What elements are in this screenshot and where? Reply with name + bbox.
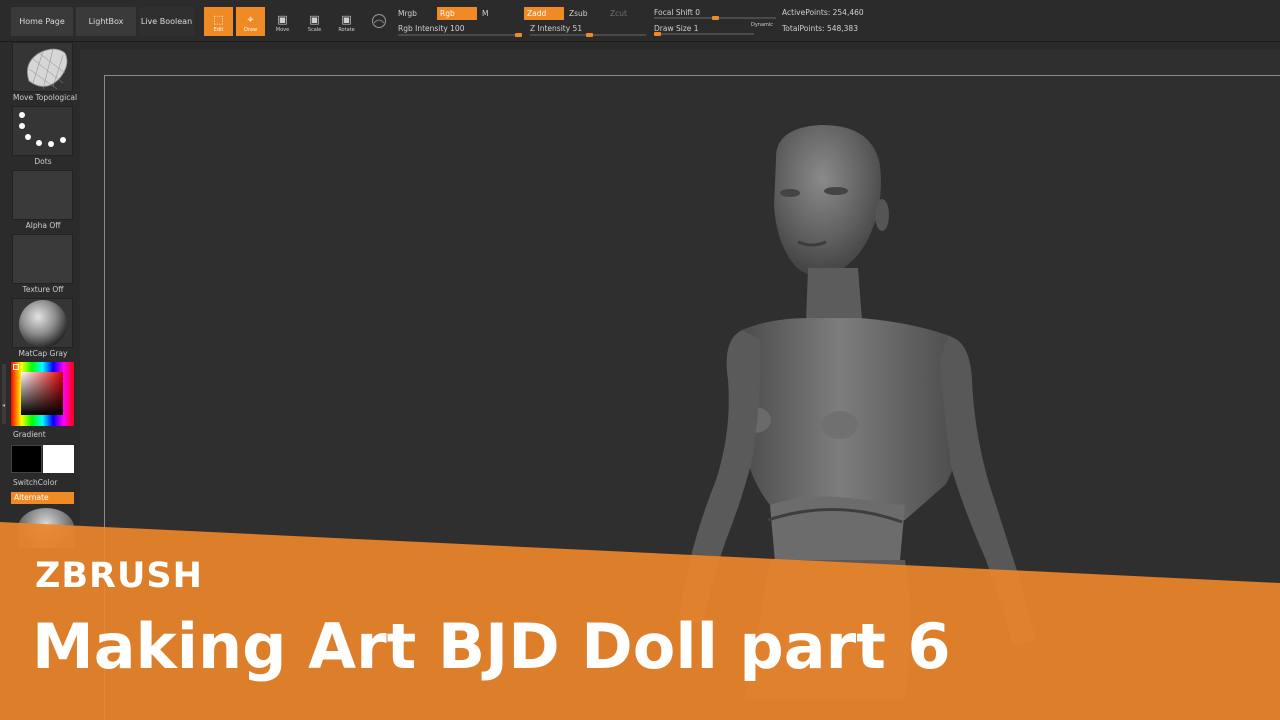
doll-sculpt-model[interactable] <box>0 0 1280 720</box>
